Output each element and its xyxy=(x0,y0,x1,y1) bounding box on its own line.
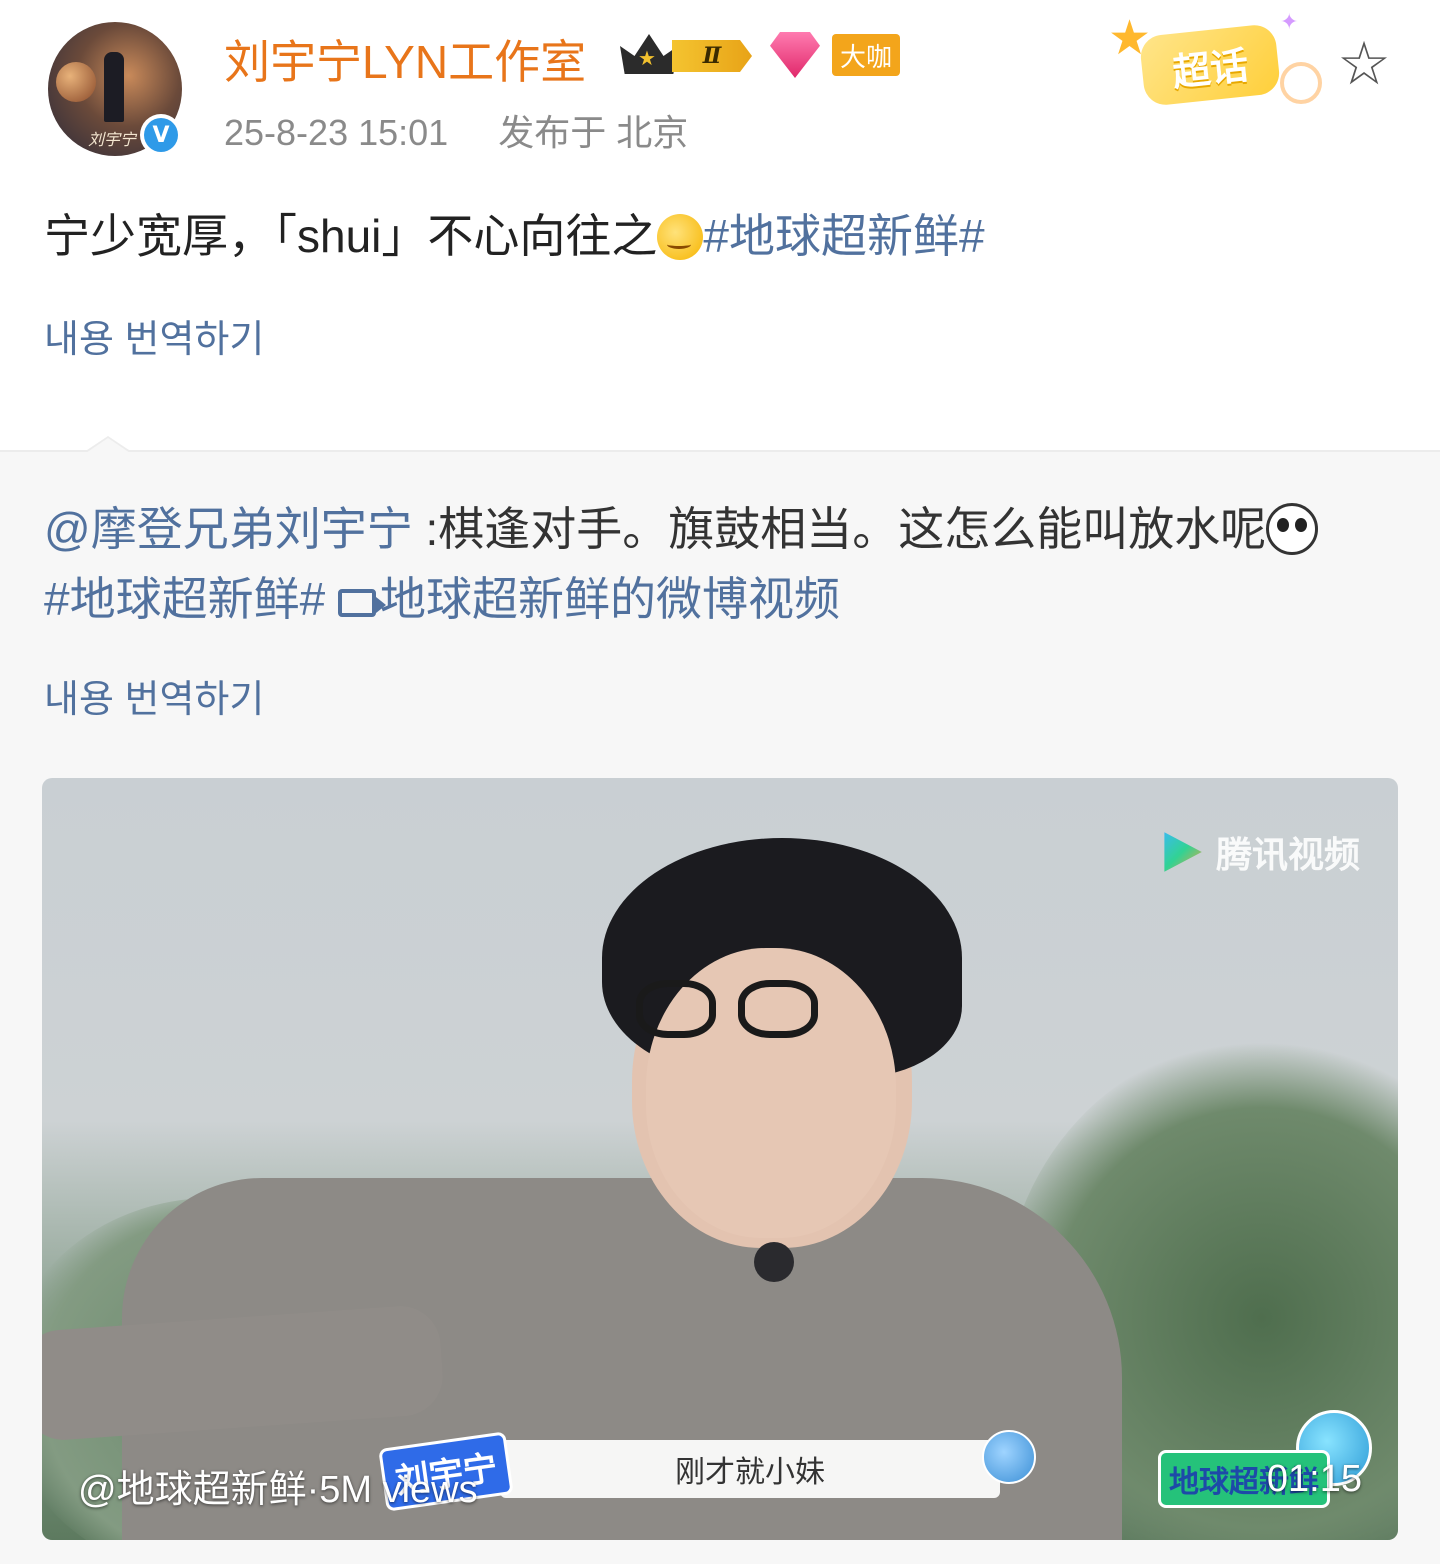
video-link[interactable]: 地球超新鲜的微博视频 xyxy=(337,573,840,625)
translate-repost-link[interactable]: 내용 번역하기 xyxy=(44,668,264,723)
repost-text: @摩登兄弟刘宇宁 :棋逢对手。旗鼓相当。这怎么能叫放水呢 #地球超新鲜# 地球超… xyxy=(44,494,1344,634)
panda-emoji-icon xyxy=(1266,503,1319,555)
username[interactable]: 刘宇宁LYN工作室 xyxy=(224,26,586,92)
post-text: 宁少宽厚，「shui」不心向往之 #地球超新鲜# xyxy=(44,200,985,266)
avatar-signature: 刘宇宁 xyxy=(88,130,137,149)
mascot-icon xyxy=(982,1430,1036,1484)
glasses xyxy=(636,980,836,1040)
subtitle-bar: 刚才就小妹 xyxy=(500,1440,1000,1498)
supertopic-button[interactable]: ★ 超话 ✦ xyxy=(1108,10,1322,110)
tencent-video-logo-icon xyxy=(1164,832,1202,872)
timestamp: 25-8-23 15:01 xyxy=(224,112,449,153)
post-hashtag[interactable]: #地球超新鲜# xyxy=(703,210,984,262)
verified-mark: V xyxy=(144,118,178,152)
post-body-text: 宁少宽厚，「shui」不心向往之 xyxy=(44,210,658,262)
sparkle-icon: ✦ xyxy=(1280,10,1299,35)
avatar-figure xyxy=(104,52,124,122)
watermark-text: 腾讯视频 xyxy=(1215,834,1360,875)
tencent-video-watermark: 腾讯视频 xyxy=(1160,826,1360,878)
crown-star-icon: ★ xyxy=(638,46,656,70)
ring-icon xyxy=(1280,62,1322,104)
favorite-star-icon[interactable]: ☆ xyxy=(1334,34,1394,94)
avatar-planet-decoration xyxy=(56,62,96,102)
video-duration: 01:15 xyxy=(1266,1458,1362,1500)
video-link-label: 地球超新鲜的微博视频 xyxy=(379,573,840,625)
video-caption: @地球超新鲜·5M views xyxy=(78,1469,478,1511)
crown-level-badge[interactable]: ★ Ⅱ xyxy=(620,34,752,76)
supertopic-label: 超话 xyxy=(1138,23,1282,107)
diamond-icon[interactable] xyxy=(770,32,820,78)
repost-hashtag[interactable]: #地球超新鲜# xyxy=(44,573,325,625)
video-link-icon xyxy=(337,589,386,617)
vip-badge[interactable]: 大咖 xyxy=(832,34,901,76)
verified-badge-icon: V xyxy=(140,114,182,156)
lapel-mic xyxy=(754,1242,794,1282)
translate-post-link[interactable]: 내용 번역하기 xyxy=(44,308,264,363)
post-header: 刘宇宁 V 刘宇宁LYN工作室 ★ Ⅱ 大咖 25-8-23 15:01 发布于… xyxy=(0,0,1440,170)
video-player[interactable]: 腾讯视频 刚才就小妹 刘宇宁 地球超新鲜 @地球超新鲜·5M views 01:… xyxy=(42,778,1398,1540)
repost-mention[interactable]: @摩登兄弟刘宇宁 xyxy=(44,503,413,555)
level-badge: Ⅱ xyxy=(672,40,752,72)
post-meta: 25-8-23 15:01 发布于 北京 xyxy=(224,104,688,156)
repost-body-text: :棋逢对手。旗鼓相当。这怎么能叫放水呢 xyxy=(412,503,1267,555)
blush-emoji-icon xyxy=(657,214,704,260)
repost-pointer xyxy=(84,436,132,453)
location: 发布于 北京 xyxy=(498,112,689,153)
